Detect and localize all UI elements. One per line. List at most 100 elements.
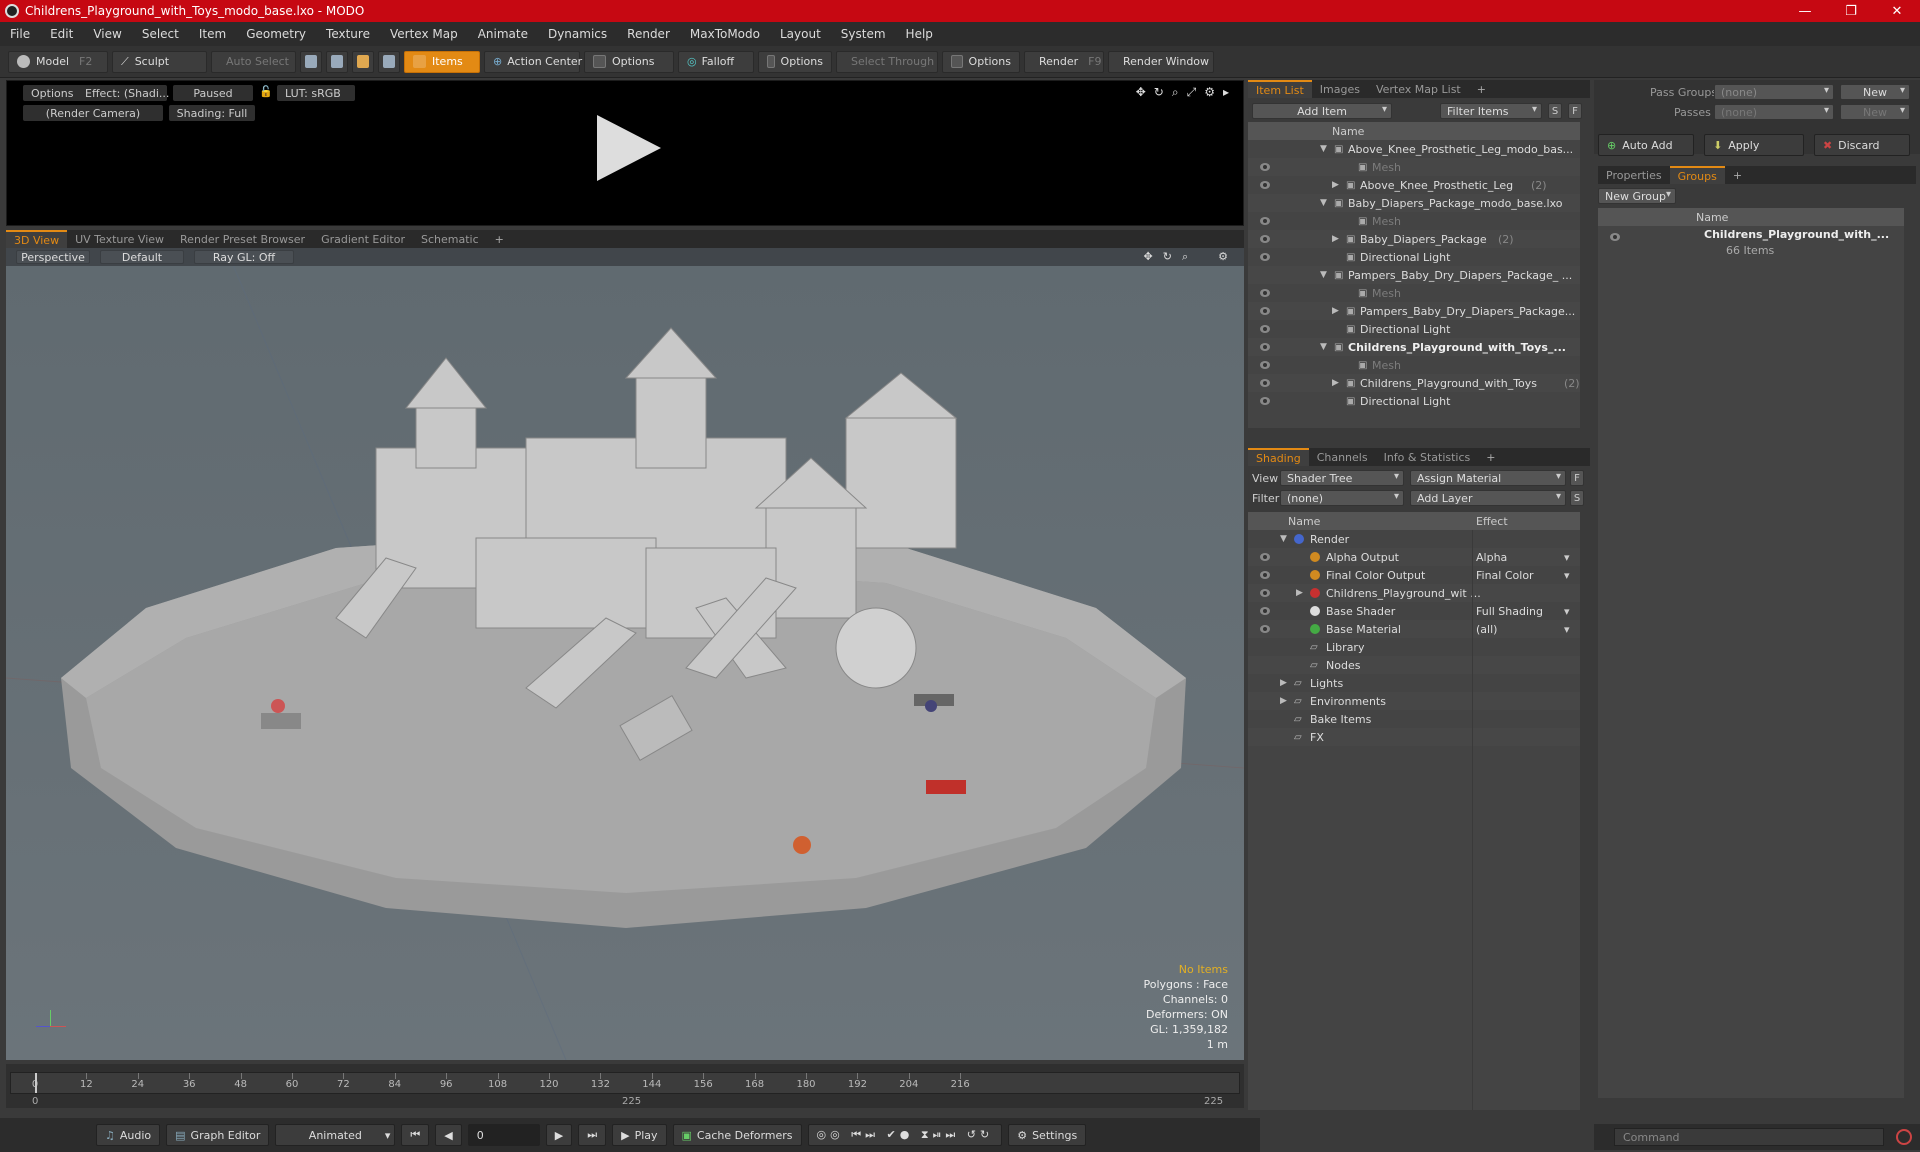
menu-item-maxtomodo[interactable]: MaxToModo [690,27,760,41]
expand-arrow-icon[interactable]: ▶ [1280,696,1287,706]
group-row[interactable]: Childrens_Playground_with_... 66 Items [1598,226,1904,262]
settings-button[interactable]: ⚙ Settings [1008,1124,1087,1146]
visibility-eye-icon[interactable] [1258,306,1272,316]
zoom-icon[interactable]: ⌕ [1182,250,1188,264]
playhead[interactable] [35,1073,37,1093]
new-pass-group-button[interactable]: New [1840,84,1910,100]
expand-arrow-icon[interactable]: ▶ [1332,234,1339,244]
items-mode-button[interactable]: Items [404,50,480,73]
shader-row[interactable]: Base Material (all) ▾ [1248,620,1580,638]
maximize-icon[interactable]: ⤢ [1187,85,1197,100]
play-button[interactable]: ▶ Play [612,1124,667,1146]
effect-dropdown[interactable]: Final Color [1476,569,1572,582]
tab-vertex-map-list[interactable]: Vertex Map List [1368,80,1469,98]
shader-row[interactable]: ▶ Childrens_Playground_wit ... [1248,584,1580,602]
menu-item-dynamics[interactable]: Dynamics [548,27,607,41]
action-center-options-button[interactable]: Options [584,50,674,73]
add-tab-icon[interactable]: + [1725,166,1750,184]
add-tab-icon[interactable]: + [1478,448,1503,466]
minimize-button[interactable]: — [1782,0,1828,22]
vertex-mode-button[interactable] [300,50,322,73]
visibility-eye-icon[interactable] [1258,588,1272,598]
item-row[interactable]: ▣ Directional Light [1248,248,1580,266]
tab-gradient-editor[interactable]: Gradient Editor [313,230,413,248]
zoom-icon[interactable]: ⌕ [1172,85,1179,100]
item-row[interactable]: ▼ ▣ Childrens_Playground_with_Toys_... [1248,338,1580,356]
shader-row[interactable]: ▱ Library [1248,638,1580,656]
move-icon[interactable]: ✥ [1136,85,1146,100]
add-tab-icon[interactable]: + [1469,80,1494,98]
expand-arrow-icon[interactable]: ▼ [1280,534,1287,544]
shader-row[interactable]: ▶ ▱ Environments [1248,692,1580,710]
visibility-eye-icon[interactable] [1258,234,1272,244]
visibility-eye-icon[interactable] [1258,378,1272,388]
auto-add-button[interactable]: ⊕ Auto Add [1598,134,1695,156]
effect-dropdown[interactable]: Effect: (Shadi... [77,85,169,101]
item-row[interactable]: ▼ ▣ Above_Knee_Prosthetic_Leg_modo_bas... [1248,140,1580,158]
shader-row[interactable]: Base Shader Full Shading ▾ [1248,602,1580,620]
visibility-eye-icon[interactable] [1258,360,1272,370]
expand-arrow-icon[interactable]: ▼ [1320,342,1327,352]
shading-dropdown[interactable]: Shading: Full [169,105,255,121]
add-item-dropdown[interactable]: Add Item [1252,103,1392,119]
select-through-options-button[interactable]: Options [942,50,1020,73]
apply-button[interactable]: ⬇ Apply [1704,134,1804,156]
record-icon[interactable] [1896,1129,1912,1145]
item-row[interactable]: ▣ Directional Light [1248,392,1580,410]
frame-field[interactable]: 0 [467,1124,540,1146]
tab-properties[interactable]: Properties [1598,166,1670,184]
assign-material-dropdown[interactable]: Assign Material [1410,470,1566,486]
f-button[interactable]: F [1568,103,1582,119]
render-window-button[interactable]: Render Window [1108,50,1214,73]
s-button[interactable]: S [1570,490,1584,506]
item-row[interactable]: ▶ ▣ Baby_Diapers_Package (2) [1248,230,1580,248]
paused-button[interactable]: Paused [173,85,253,101]
visibility-eye-icon[interactable] [1258,570,1272,580]
polygon-mode-button[interactable] [352,50,374,73]
tab-schematic[interactable]: Schematic [413,230,487,248]
filter-dropdown[interactable]: (none) [1280,490,1404,506]
item-row[interactable]: ▣ Mesh [1248,284,1580,302]
item-row[interactable]: ▣ Mesh [1248,212,1580,230]
shader-row[interactable]: ▼ Render [1248,530,1580,548]
new-group-button[interactable]: New Group [1598,188,1676,204]
audio-button[interactable]: ♫ Audio [96,1124,161,1146]
menu-item-file[interactable]: File [10,27,30,41]
action-center-button[interactable]: ⊕ Action Center [484,50,582,73]
item-row[interactable]: ▶ ▣ Pampers_Baby_Dry_Diapers_Package... [1248,302,1580,320]
menu-item-layout[interactable]: Layout [780,27,821,41]
tab-3d-view[interactable]: 3D View [6,230,68,248]
shader-row[interactable]: ▶ ▱ Lights [1248,674,1580,692]
expand-arrow-icon[interactable]: ▼ [1320,144,1327,154]
expand-arrow-icon[interactable]: ▶ [1332,306,1339,316]
gear-icon[interactable]: ⚙ [1218,250,1228,264]
menu-item-select[interactable]: Select [142,27,179,41]
go-end-button[interactable]: ⏭ [578,1124,607,1146]
tab-info-statistics[interactable]: Info & Statistics [1376,448,1479,466]
falloff-button[interactable]: ◎ Falloff [678,50,754,73]
select-through-button[interactable]: Select Through [836,50,938,73]
visibility-eye-icon[interactable] [1258,288,1272,298]
effect-dropdown[interactable]: (all) [1476,623,1572,636]
visibility-eye-icon[interactable] [1258,552,1272,562]
tab-uv-texture-view[interactable]: UV Texture View [67,230,172,248]
cache-deformers-button[interactable]: ▣ Cache Deformers [672,1124,802,1146]
item-row[interactable]: ▶ ▣ Above_Knee_Prosthetic_Leg (2) [1248,176,1580,194]
menu-item-system[interactable]: System [841,27,886,41]
sculpt-mode-button[interactable]: ⟋ Sculpt [112,50,207,73]
expand-arrow-icon[interactable]: ▼ [1320,270,1327,280]
item-row[interactable]: ▣ Directional Light [1248,320,1580,338]
animated-dropdown[interactable]: Animated ▾ [275,1124,396,1146]
expand-arrow-icon[interactable]: ▶ [1332,180,1339,190]
lock-icon[interactable]: 🔓 [259,85,273,98]
visibility-eye-icon[interactable] [1258,252,1272,262]
key-controls[interactable]: ◎◎ ⏮⏭ ✔● ⧗⏯⏭ ↺↻ [807,1124,1003,1146]
expand-icon[interactable]: ▸ [1223,85,1229,100]
menu-item-help[interactable]: Help [906,27,933,41]
timeline-ruler[interactable]: 0122436486072849610812013214415616818019… [10,1072,1240,1094]
falloff-options-button[interactable]: Options [758,50,832,73]
effect-dropdown[interactable]: Alpha [1476,551,1572,564]
play-icon[interactable] [597,115,661,181]
new-pass-button[interactable]: New [1840,104,1910,120]
visibility-eye-icon[interactable] [1258,162,1272,172]
